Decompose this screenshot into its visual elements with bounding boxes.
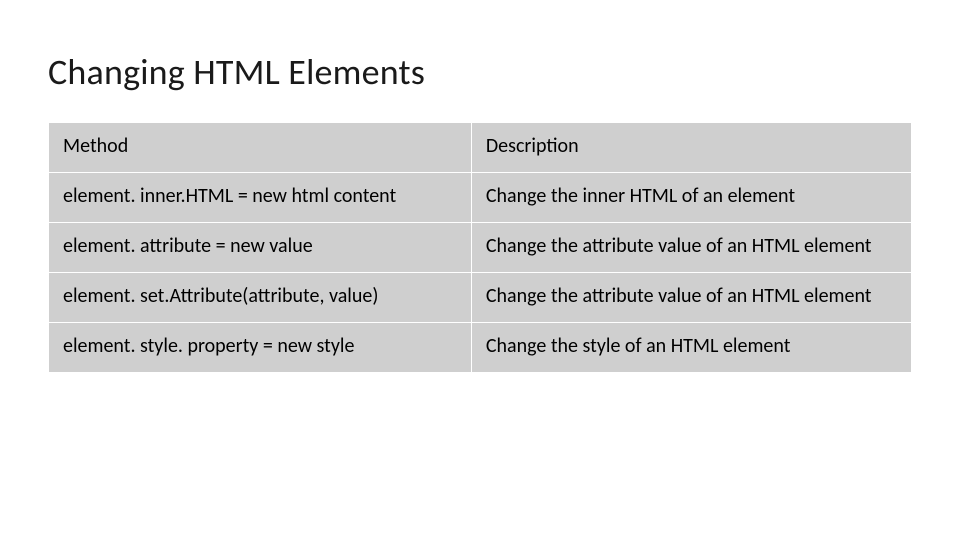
cell-description: Change the inner HTML of an element bbox=[471, 173, 911, 223]
table-row: element. style. property = new style Cha… bbox=[49, 323, 912, 373]
table-row: element. inner.HTML = new html content C… bbox=[49, 173, 912, 223]
header-description: Description bbox=[471, 123, 911, 173]
cell-method: element. style. property = new style bbox=[49, 323, 472, 373]
table-header-row: Method Description bbox=[49, 123, 912, 173]
table-row: element. set.Attribute(attribute, value)… bbox=[49, 273, 912, 323]
cell-description: Change the attribute value of an HTML el… bbox=[471, 223, 911, 273]
cell-description: Change the attribute value of an HTML el… bbox=[471, 273, 911, 323]
cell-method: element. attribute = new value bbox=[49, 223, 472, 273]
cell-method: element. set.Attribute(attribute, value) bbox=[49, 273, 472, 323]
cell-description: Change the style of an HTML element bbox=[471, 323, 911, 373]
slide-title: Changing HTML Elements bbox=[48, 50, 912, 94]
methods-table: Method Description element. inner.HTML =… bbox=[48, 122, 912, 373]
table-row: element. attribute = new value Change th… bbox=[49, 223, 912, 273]
header-method: Method bbox=[49, 123, 472, 173]
cell-method: element. inner.HTML = new html content bbox=[49, 173, 472, 223]
